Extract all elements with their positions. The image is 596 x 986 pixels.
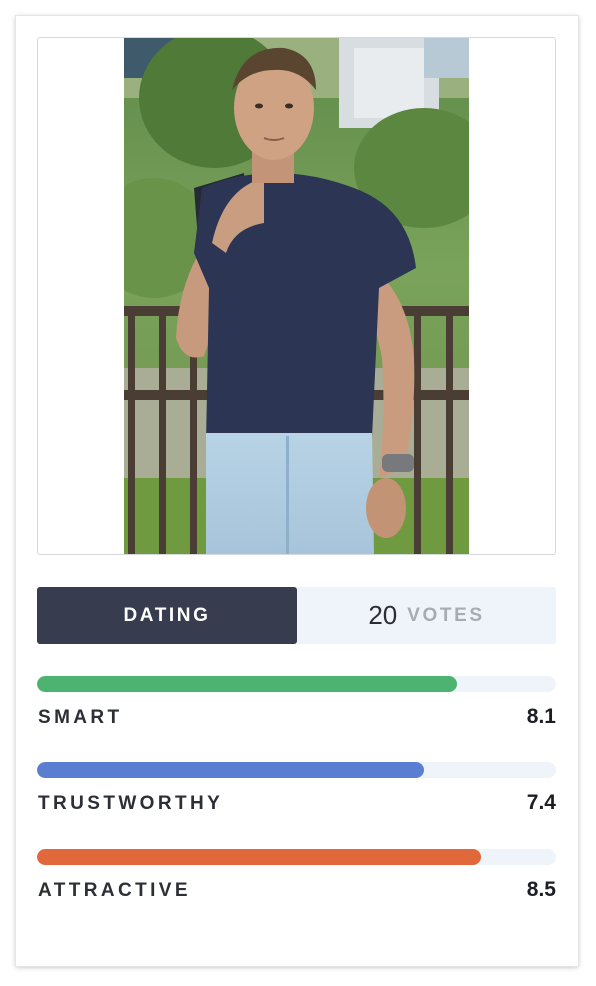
votes-label: VOTES <box>407 604 485 626</box>
metric-label: TRUSTWORTHY <box>38 793 224 814</box>
metric-label: ATTRACTIVE <box>38 880 191 901</box>
metric-bar-fill <box>37 849 481 865</box>
metric-bar-track <box>37 849 556 865</box>
metric-score: 7.4 <box>526 791 556 814</box>
metric-bar-fill <box>37 762 425 778</box>
category-badge[interactable]: DATING <box>37 587 297 644</box>
metric-bar-track <box>37 762 556 778</box>
metric-bar-fill <box>37 676 458 692</box>
rating-card: DATING 20 VOTES SMART 8.1 TRUSTWORTHY 7.… <box>16 16 578 966</box>
photo-frame <box>37 37 556 555</box>
metric-label: SMART <box>38 707 123 728</box>
profile-photo[interactable] <box>124 38 469 554</box>
category-votes-bar: DATING 20 VOTES <box>37 587 556 644</box>
metric-score: 8.5 <box>526 878 556 901</box>
votes-count: 20 <box>368 600 398 630</box>
metric-bar-track <box>37 676 556 692</box>
votes-indicator: 20 VOTES <box>297 587 556 644</box>
metric-score: 8.1 <box>526 705 556 728</box>
